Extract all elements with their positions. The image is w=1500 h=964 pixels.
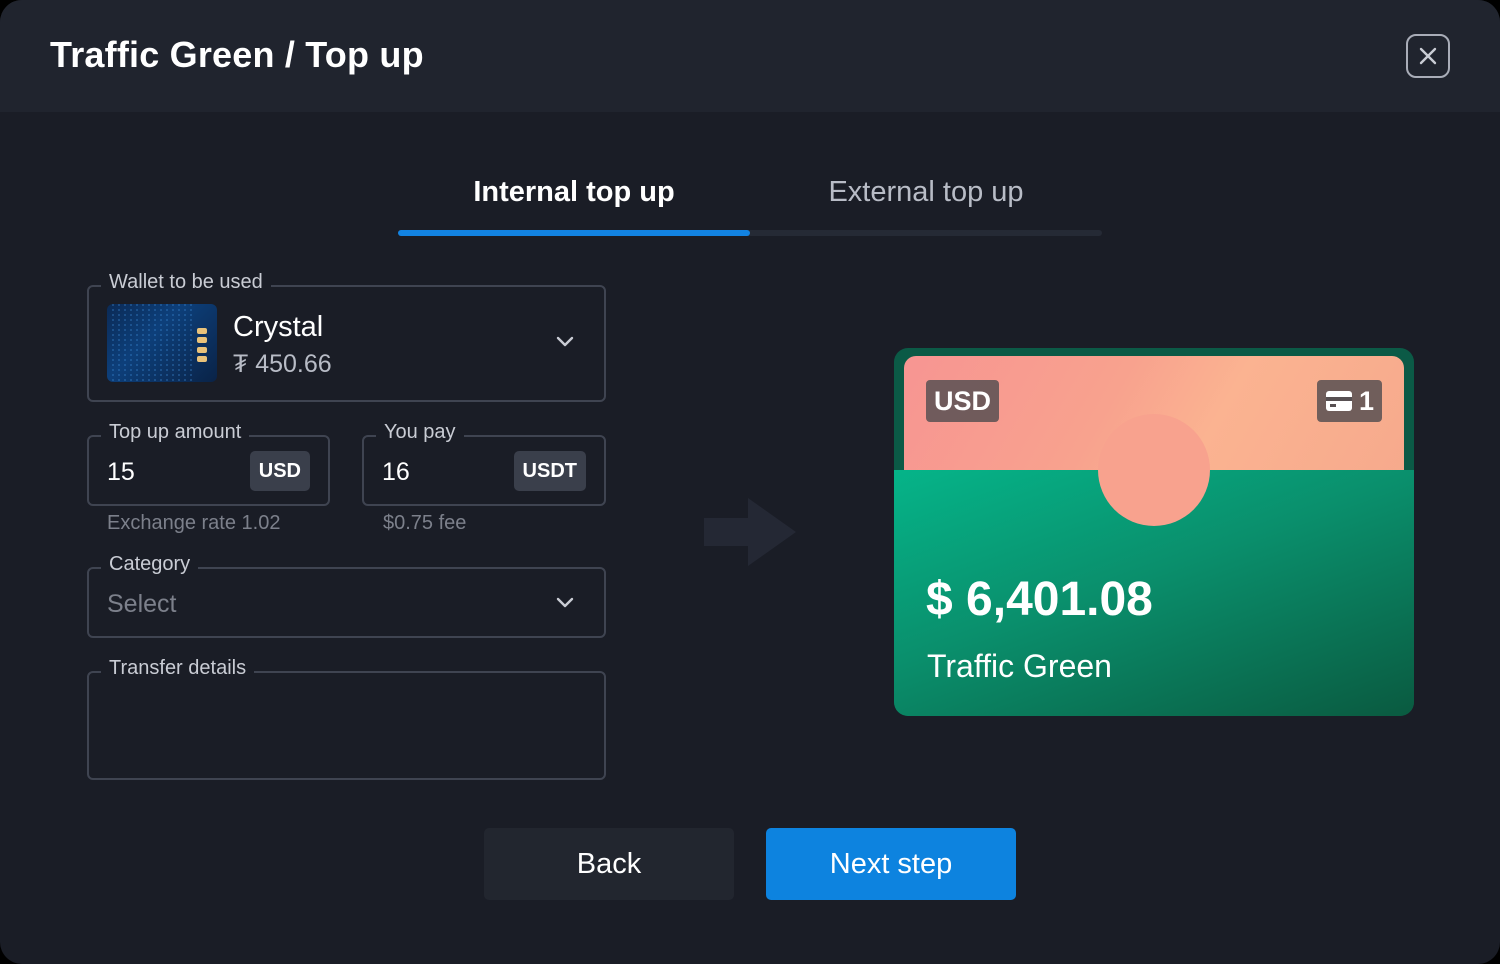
chevron-down-icon bbox=[556, 596, 574, 614]
transfer-details-label: Transfer details bbox=[101, 657, 255, 680]
top-up-currency-badge[interactable]: USD bbox=[249, 451, 310, 491]
destination-card: USD 1 $ 6,401.08 Traffic Green bbox=[894, 348, 1414, 716]
wallet-name: Crystal bbox=[233, 311, 324, 343]
card-chip bbox=[197, 328, 207, 362]
wallet-card-thumbnail bbox=[107, 304, 217, 382]
arrow-right-icon bbox=[702, 496, 798, 573]
wallet-select[interactable]: Wallet to be used Crystal ₮ 450.66 bbox=[87, 271, 606, 402]
top-up-modal: Traffic Green / Top up Internal top up E… bbox=[0, 0, 1500, 964]
exchange-rate-text: Exchange rate 1.02 bbox=[107, 512, 281, 534]
transfer-details-field: Transfer details bbox=[87, 657, 606, 780]
fee-text: $0.75 fee bbox=[383, 512, 467, 534]
you-pay-label: You pay bbox=[376, 421, 464, 444]
top-up-tabs: Internal top up External top up bbox=[398, 160, 1102, 236]
wallet-balance: ₮ 450.66 bbox=[233, 350, 332, 378]
close-button[interactable] bbox=[1406, 34, 1450, 78]
card-count-badge: 1 bbox=[1316, 380, 1382, 422]
card-notch bbox=[1098, 414, 1210, 526]
card-balance: $ 6,401.08 bbox=[926, 573, 1153, 626]
tab-external-top-up[interactable]: External top up bbox=[750, 160, 1102, 236]
top-up-amount-input[interactable]: 15 bbox=[107, 458, 135, 487]
card-name: Traffic Green bbox=[927, 648, 1112, 684]
card-icon bbox=[1325, 390, 1353, 412]
active-tab-indicator bbox=[398, 230, 750, 236]
category-select[interactable]: Category Select bbox=[87, 553, 606, 638]
category-placeholder: Select bbox=[107, 590, 177, 618]
top-up-amount-label: Top up amount bbox=[101, 421, 250, 444]
transfer-details-input[interactable] bbox=[89, 673, 604, 778]
close-icon bbox=[1419, 47, 1437, 65]
next-step-button[interactable]: Next step bbox=[766, 828, 1016, 900]
wallet-label: Wallet to be used bbox=[101, 271, 271, 294]
modal-header: Traffic Green / Top up bbox=[0, 0, 1500, 112]
you-pay-currency-badge[interactable]: USDT bbox=[513, 451, 586, 491]
page-title: Traffic Green / Top up bbox=[50, 34, 424, 75]
you-pay-input[interactable]: 16 bbox=[382, 458, 410, 487]
you-pay-field[interactable]: You pay 16 USDT bbox=[362, 421, 606, 506]
back-button[interactable]: Back bbox=[484, 828, 734, 900]
card-currency-badge: USD bbox=[926, 380, 1000, 422]
chevron-down-icon bbox=[556, 335, 574, 353]
card-count: 1 bbox=[1358, 385, 1374, 416]
top-up-amount-field[interactable]: Top up amount 15 USD bbox=[87, 421, 330, 506]
tab-internal-top-up[interactable]: Internal top up bbox=[398, 160, 750, 236]
category-label: Category bbox=[101, 553, 199, 576]
